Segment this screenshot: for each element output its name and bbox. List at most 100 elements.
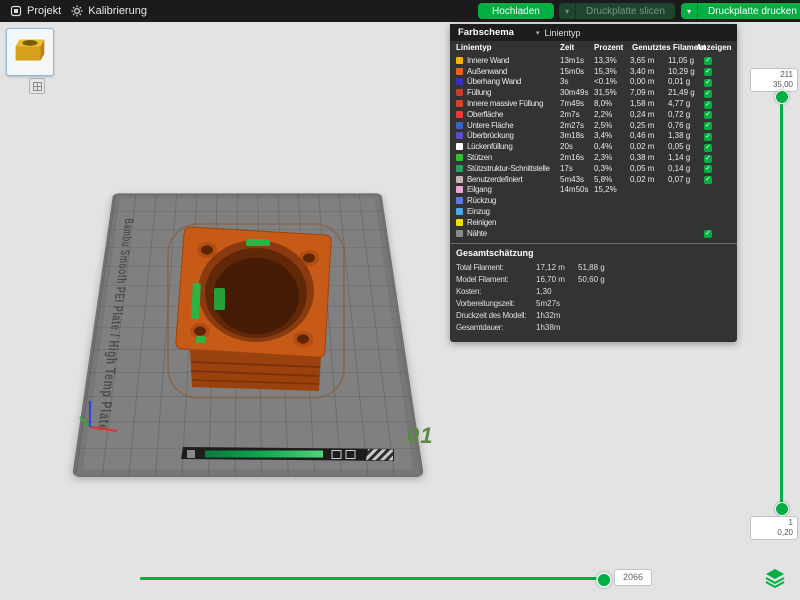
- row-percent: 5,8%: [594, 174, 613, 184]
- row-percent: 15,2%: [594, 185, 617, 195]
- row-name: Stützen: [467, 153, 493, 163]
- row-visibility-checkbox[interactable]: ✓: [704, 111, 712, 120]
- row-visibility-checkbox[interactable]: ✓: [704, 176, 712, 185]
- min-layer-value: 1: [788, 518, 793, 527]
- project-menu[interactable]: Projekt: [10, 5, 61, 17]
- row-filament-m: 3,40 m: [630, 66, 655, 76]
- plate-brand-text: Bambu Smooth PEI Plate / High Temp Plate: [94, 218, 136, 432]
- slice-button-label: Druckplatte slicen: [586, 5, 665, 17]
- build-plate: Bambu Smooth PEI Plate / High Temp Plate: [69, 193, 424, 477]
- row-visibility-checkbox[interactable]: ✓: [704, 154, 712, 163]
- row-percent: <0.1%: [594, 77, 617, 87]
- panel-title: Farbschema: [458, 27, 514, 38]
- line-type-row: Reinigen ✓: [450, 217, 737, 228]
- row-filament-m: 3,65 m: [630, 55, 655, 65]
- summary-value-1: 1,30: [536, 287, 552, 297]
- bambu-studio-window: Projekt Kalibrierung Hochladen ▾ Druckpl…: [0, 0, 800, 600]
- upload-button[interactable]: Hochladen: [478, 3, 554, 19]
- summary-row: Kosten: 1,30: [456, 286, 731, 298]
- row-name: Stützstruktur-Schnittstelle: [467, 163, 550, 173]
- row-time: 15m0s: [560, 66, 585, 76]
- row-time: 30m49s: [560, 88, 589, 98]
- line-type-row: Stützstruktur-Schnittstelle 17s 0,3% 0,0…: [450, 163, 737, 174]
- row-visibility-checkbox[interactable]: ✓: [704, 132, 712, 141]
- print-plate-button[interactable]: ▾ Druckplatte drucken: [681, 3, 800, 19]
- row-color-swatch: [456, 89, 463, 97]
- row-color-swatch: [456, 121, 463, 129]
- row-filament-m: 7,09 m: [630, 88, 655, 98]
- row-visibility-checkbox[interactable]: ✓: [704, 143, 712, 152]
- plate-thumbnail[interactable]: [6, 28, 54, 76]
- row-percent: 0,4%: [594, 142, 613, 152]
- layer-slider-track[interactable]: [780, 104, 783, 504]
- row-name: Innere Wand: [467, 55, 510, 65]
- line-type-row: Stützen 2m16s 2,3% 0,38 m 1,14 g ✓: [450, 152, 737, 163]
- summary-label: Druckzeit des Modell:: [456, 311, 527, 321]
- line-type-row: Oberfläche 2m7s 2,2% 0,24 m 0,72 g ✓: [450, 109, 737, 120]
- row-visibility-checkbox[interactable]: ✓: [704, 78, 712, 87]
- row-time: 2m7s: [560, 109, 580, 119]
- row-time: 2m16s: [560, 153, 585, 163]
- row-percent: 2,2%: [594, 109, 613, 119]
- project-icon: [10, 5, 22, 17]
- summary-title: Gesamtschätzung: [456, 247, 534, 258]
- row-time: 2m27s: [560, 120, 585, 130]
- topbar: Projekt Kalibrierung Hochladen ▾ Druckpl…: [0, 0, 800, 22]
- line-type-panel: Farbschema ▾ Linientyp Linientyp Zeit Pr…: [450, 24, 737, 342]
- layer-slider-min-label: 1 0,20: [750, 516, 798, 540]
- row-color-swatch: [456, 143, 463, 151]
- row-name: Untere Fläche: [467, 120, 514, 130]
- row-name: Eilgang: [467, 185, 492, 195]
- max-height-value: 35,00: [772, 80, 793, 89]
- line-type-rows: Innere Wand 13m1s 13,3% 3,65 m 11,05 g ✓…: [450, 54, 737, 240]
- col-prozent: Prozent: [594, 43, 624, 52]
- step-slider-track[interactable]: [140, 577, 602, 580]
- row-visibility-checkbox[interactable]: ✓: [704, 89, 712, 98]
- min-height-value: 0,20: [777, 528, 793, 537]
- step-slider-handle[interactable]: [596, 572, 612, 588]
- row-visibility-checkbox[interactable]: ✓: [704, 230, 712, 239]
- row-percent: 8,0%: [594, 99, 613, 109]
- project-label: Projekt: [27, 5, 62, 17]
- summary-value-1: 17,12 m: [536, 263, 565, 273]
- row-color-swatch: [456, 110, 463, 118]
- row-visibility-checkbox[interactable]: ✓: [704, 57, 712, 66]
- summary-row: Total Filament: 17,12 m 51,88 g: [456, 262, 731, 274]
- row-percent: 15,3%: [594, 66, 617, 76]
- row-color-swatch: [456, 67, 463, 75]
- row-name: Überbrückung: [467, 131, 514, 141]
- row-percent: 13,3%: [594, 55, 617, 65]
- row-color-swatch: [456, 218, 463, 226]
- row-color-swatch: [456, 164, 463, 172]
- row-filament-m: 0,24 m: [630, 109, 655, 119]
- row-color-swatch: [456, 56, 463, 64]
- row-visibility-checkbox[interactable]: ✓: [704, 165, 712, 174]
- print-dropdown-icon[interactable]: ▾: [681, 3, 698, 19]
- panel-header: Farbschema ▾ Linientyp: [450, 24, 737, 41]
- layer-slider-upper-handle[interactable]: [775, 90, 789, 104]
- plate-list-icon[interactable]: [29, 78, 45, 94]
- slice-plate-button[interactable]: ▾ Druckplatte slicen: [559, 3, 675, 19]
- col-linientyp: Linientyp: [456, 43, 492, 52]
- row-filament-g: 10,29 g: [668, 66, 695, 76]
- row-visibility-checkbox[interactable]: ✓: [704, 100, 712, 109]
- row-visibility-checkbox[interactable]: ✓: [704, 68, 712, 77]
- line-type-row: Lückenfüllung 20s 0,4% 0,02 m 0,05 g ✓: [450, 141, 737, 152]
- plate-badge-glyph: [32, 81, 42, 91]
- line-type-row: Innere massive Füllung 7m49s 8,0% 1,58 m…: [450, 98, 737, 109]
- row-filament-g: 1,14 g: [668, 153, 691, 163]
- col-filament: Genutztes Filament: [632, 43, 706, 52]
- layers-view-icon[interactable]: [764, 567, 786, 589]
- row-visibility-checkbox[interactable]: ✓: [704, 122, 712, 131]
- slice-dropdown-icon[interactable]: ▾: [559, 3, 576, 19]
- row-percent: 2,5%: [594, 120, 613, 130]
- layer-slider-lower-handle[interactable]: [775, 502, 789, 516]
- row-filament-g: 0,76 g: [668, 120, 691, 130]
- row-percent: 0,3%: [594, 163, 613, 173]
- view-mode-select[interactable]: ▾ Linientyp: [536, 28, 581, 38]
- chevron-down-icon: ▾: [535, 29, 540, 37]
- calibration-menu[interactable]: Kalibrierung: [71, 5, 147, 17]
- calibration-label: Kalibrierung: [88, 5, 147, 17]
- row-name: Außenwand: [467, 66, 507, 76]
- row-name: Lückenfüllung: [467, 142, 513, 152]
